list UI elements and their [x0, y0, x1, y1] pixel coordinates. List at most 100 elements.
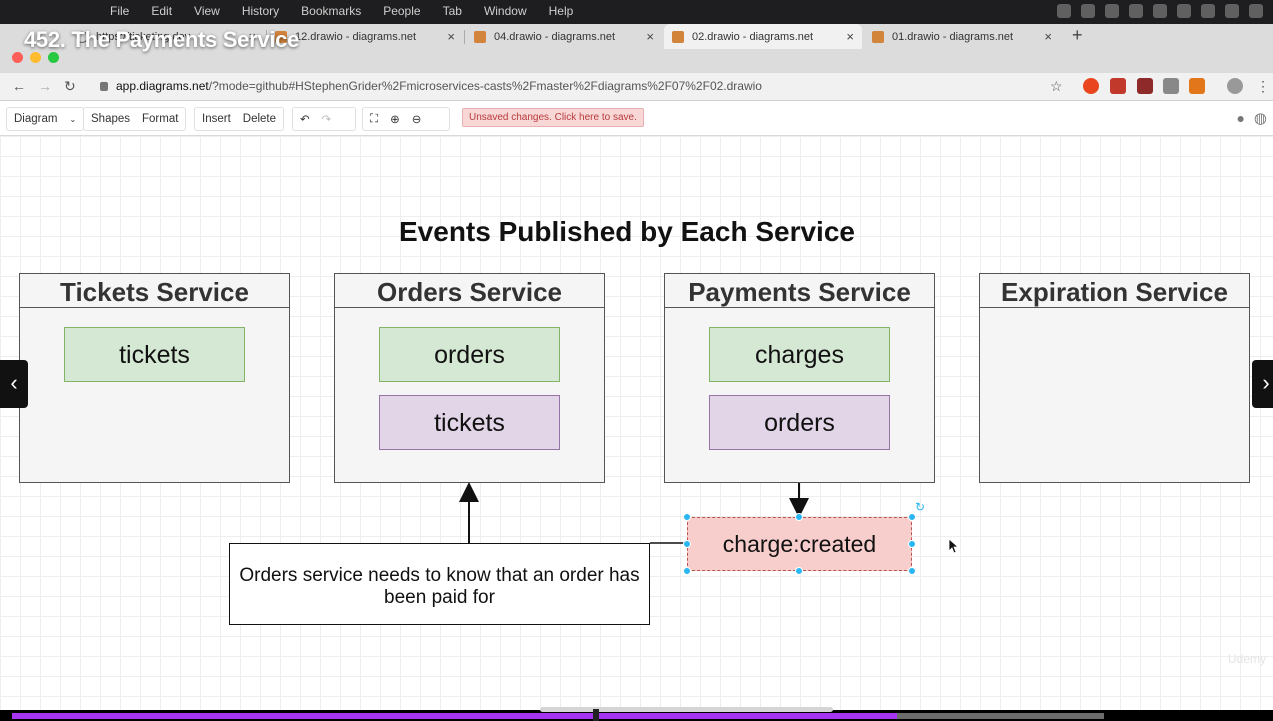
video-progress-knob[interactable]	[593, 709, 599, 721]
extension-icon[interactable]	[1137, 78, 1153, 94]
menu-bookmarks[interactable]: Bookmarks	[301, 4, 361, 18]
drawio-icon	[474, 30, 486, 43]
resize-handle[interactable]	[795, 567, 803, 575]
tickets-event-box[interactable]: tickets	[64, 327, 245, 382]
zoom-group: ⛶ ⊕ ⊖	[362, 107, 450, 131]
cloud-icon[interactable]	[1129, 4, 1143, 18]
resize-handle[interactable]	[795, 513, 803, 521]
language-globe-icon[interactable]: ◍	[1254, 109, 1267, 127]
window-controls	[12, 52, 59, 63]
redo-icon[interactable]: ↷	[322, 112, 332, 126]
video-title: 452. The Payments Service	[24, 27, 299, 52]
undo-icon[interactable]: ↶	[300, 112, 310, 126]
chevron-down-icon: ⌄	[69, 114, 77, 124]
menu-tab[interactable]: Tab	[443, 4, 462, 18]
insert-button[interactable]: Insert	[202, 113, 231, 125]
next-lecture-button[interactable]: ›	[1252, 360, 1273, 408]
bookmark-star-icon[interactable]: ☆	[1050, 78, 1063, 95]
mac-menu-bar: File Edit View History Bookmarks People …	[0, 0, 1273, 24]
metamask-icon[interactable]	[1189, 78, 1205, 94]
panels-group: Shapes Format	[83, 107, 187, 131]
new-tab-button[interactable]: +	[1072, 25, 1083, 46]
service-header: Tickets Service	[20, 274, 289, 308]
tab-label: 02.drawio - diagrams.net	[692, 30, 814, 43]
extension-icon[interactable]	[1110, 78, 1126, 94]
close-tab-icon[interactable]: ×	[447, 29, 455, 44]
note-box[interactable]: Orders service needs to know that an ord…	[229, 543, 650, 625]
service-header: Expiration Service	[980, 274, 1249, 308]
browser-menu-icon[interactable]: ⋮	[1256, 78, 1270, 95]
tab-04-drawio[interactable]: 04.drawio - diagrams.net ×	[466, 24, 662, 49]
minimize-window-button[interactable]	[30, 52, 41, 63]
forward-arrow-icon[interactable]: →	[38, 78, 52, 94]
resize-handle[interactable]	[908, 567, 916, 575]
payments-service-container[interactable]: Payments Service charges orders	[664, 273, 935, 483]
profile-avatar[interactable]	[1227, 78, 1243, 94]
wifi-icon[interactable]	[1153, 4, 1167, 18]
tab-label: 04.drawio - diagrams.net	[494, 30, 616, 43]
menu-edit[interactable]: Edit	[151, 4, 172, 18]
siri-icon[interactable]	[1225, 4, 1239, 18]
adblock-icon[interactable]	[1083, 78, 1099, 94]
diagram-menu-label: Diagram	[14, 113, 58, 125]
zoom-out-icon[interactable]: ⊖	[412, 112, 422, 126]
zoom-in-icon[interactable]: ⊕	[390, 112, 400, 126]
tickets-service-container[interactable]: Tickets Service tickets	[19, 273, 290, 483]
resize-handle[interactable]	[683, 540, 691, 548]
docker-icon[interactable]	[1057, 4, 1071, 18]
back-arrow-icon[interactable]: ←	[12, 78, 26, 94]
expiration-service-container[interactable]: Expiration Service	[979, 273, 1250, 483]
user-icon[interactable]: ●	[1237, 110, 1245, 126]
menu-view[interactable]: View	[194, 4, 220, 18]
unsaved-changes-banner[interactable]: Unsaved changes. Click here to save.	[462, 108, 644, 127]
resize-handle[interactable]	[683, 567, 691, 575]
resize-handle[interactable]	[908, 540, 916, 548]
reader-icon[interactable]	[1163, 78, 1179, 94]
menu-file[interactable]: File	[110, 4, 129, 18]
tab-separator	[464, 30, 465, 44]
udemy-watermark: Udemy	[1228, 652, 1267, 666]
drawio-icon	[872, 30, 884, 43]
tickets-event-box[interactable]: tickets	[379, 395, 560, 450]
menu-items: File Edit View History Bookmarks People …	[110, 4, 595, 18]
resize-handle[interactable]	[908, 513, 916, 521]
rotate-handle-icon[interactable]: ↻	[915, 500, 925, 514]
close-tab-icon[interactable]: ×	[1044, 29, 1052, 44]
glasses-icon[interactable]	[1105, 4, 1119, 18]
charge-created-event-box[interactable]: charge:created	[687, 517, 912, 571]
menu-history[interactable]: History	[242, 4, 279, 18]
extension-icon[interactable]	[1081, 4, 1095, 18]
menu-window[interactable]: Window	[484, 4, 527, 18]
service-header: Orders Service	[335, 274, 604, 308]
menu-help[interactable]: Help	[549, 4, 574, 18]
diagram-title[interactable]: Events Published by Each Service	[0, 216, 1254, 248]
orders-event-box[interactable]: orders	[709, 395, 890, 450]
delete-button[interactable]: Delete	[243, 113, 276, 125]
notification-list-icon[interactable]	[1249, 4, 1263, 18]
battery-icon[interactable]	[1177, 4, 1191, 18]
tab-label: 01.drawio - diagrams.net	[892, 30, 1014, 43]
orders-service-container[interactable]: Orders Service orders tickets	[334, 273, 605, 483]
video-progress-bar[interactable]	[12, 713, 1104, 719]
close-tab-icon[interactable]: ×	[646, 29, 654, 44]
close-window-button[interactable]	[12, 52, 23, 63]
zoom-window-button[interactable]	[48, 52, 59, 63]
orders-event-box[interactable]: orders	[379, 327, 560, 382]
address-bar[interactable]: app.diagrams.net/?mode=github#HStephenGr…	[100, 79, 762, 93]
charges-event-box[interactable]: charges	[709, 327, 890, 382]
url-path: /?mode=github#HStephenGrider%2Fmicroserv…	[208, 79, 762, 93]
diagram-menu[interactable]: Diagram ⌄	[6, 107, 85, 131]
tab-label: 12.drawio - diagrams.net	[295, 30, 417, 43]
shapes-button[interactable]: Shapes	[91, 113, 130, 125]
fullscreen-icon[interactable]: ⛶	[370, 113, 378, 126]
resize-handle[interactable]	[683, 513, 691, 521]
format-button[interactable]: Format	[142, 113, 178, 125]
tab-01-drawio[interactable]: 01.drawio - diagrams.net ×	[864, 24, 1060, 49]
spotlight-search-icon[interactable]	[1201, 4, 1215, 18]
reload-icon[interactable]: ↻	[64, 78, 76, 95]
tab-02-drawio[interactable]: 02.drawio - diagrams.net ×	[664, 24, 862, 49]
canvas-horizontal-scrollbar[interactable]	[540, 707, 833, 712]
previous-lecture-button[interactable]: ‹	[0, 360, 28, 408]
menu-people[interactable]: People	[383, 4, 420, 18]
close-tab-icon[interactable]: ×	[846, 29, 854, 44]
